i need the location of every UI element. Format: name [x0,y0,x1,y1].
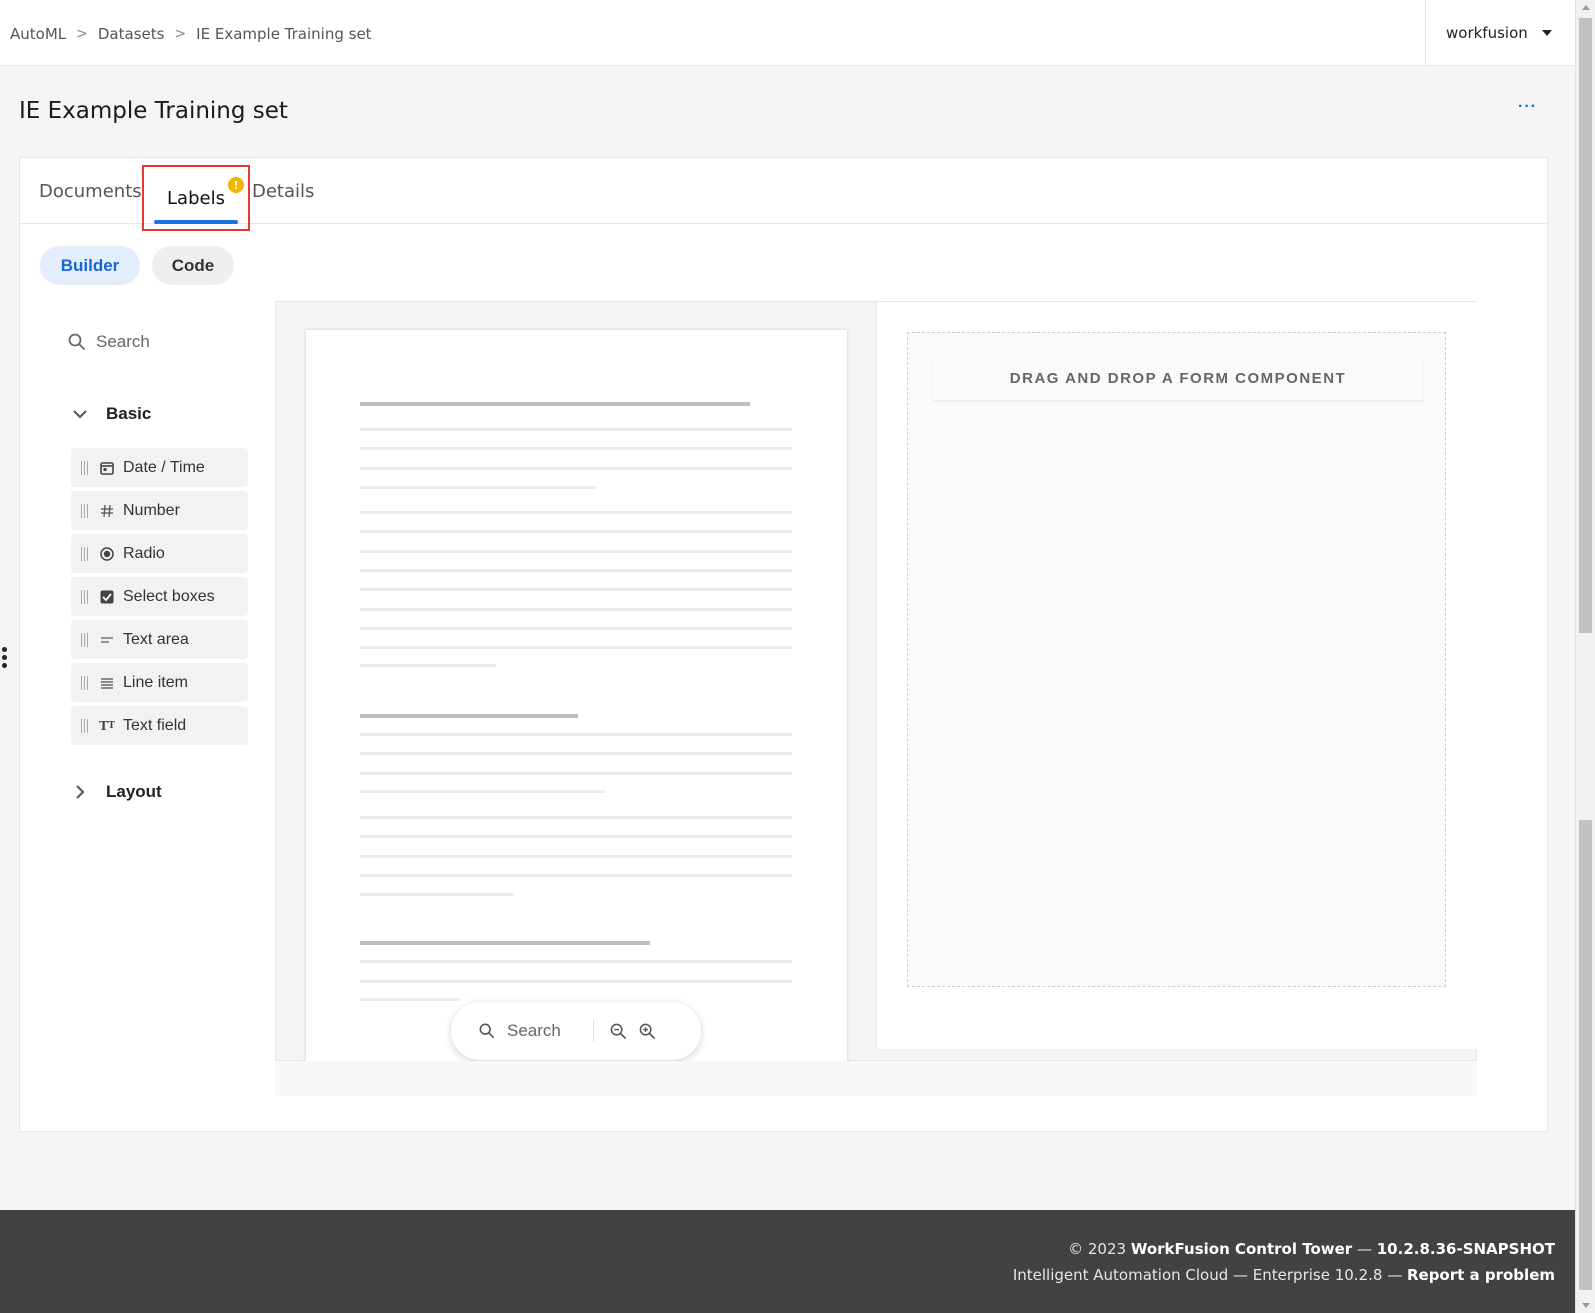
grip-icon [81,589,91,604]
scrollbar-thumb[interactable] [1579,18,1592,633]
tab-bar: Documents Labels ! Details [20,158,1547,231]
zoom-out-icon[interactable] [610,1023,627,1040]
report-problem-link[interactable]: Report a problem [1407,1266,1555,1284]
grip-icon [81,546,91,561]
footer-version: 10.2.8.36-SNAPSHOT [1376,1240,1555,1258]
scroll-down-icon[interactable] [1582,1303,1590,1308]
breadcrumb-current: IE Example Training set [196,25,372,43]
toolbar-divider [593,1020,594,1042]
chevron-right-icon: > [76,26,88,42]
component-line-item[interactable]: Line item [71,663,248,702]
warning-badge-icon: ! [228,177,244,193]
user-name: workfusion [1446,24,1528,42]
group-layout-toggle[interactable]: Layout [68,782,162,802]
zoom-in-icon[interactable] [639,1023,656,1040]
footer-edition-line: Intelligent Automation Cloud — Enterpris… [1013,1266,1555,1284]
form-drop-zone[interactable]: DRAG AND DROP A FORM COMPONENT [907,332,1446,987]
form-builder-area: Search DRAG AND DROP A FORM COMPONENT [275,301,1477,1062]
builder-mode-button[interactable]: Builder [40,246,140,285]
user-menu[interactable]: workfusion [1425,0,1575,66]
component-label: Line item [123,673,188,691]
scrollbar-thumb-lower[interactable] [1579,820,1592,1290]
tab-labels-label: Labels [167,187,225,209]
more-options-button[interactable]: ··· [1518,98,1537,116]
footer-copyright: © 2023 [1068,1240,1127,1258]
component-select-boxes[interactable]: Select boxes [71,577,248,616]
checkbox-icon [99,589,115,605]
document-preview[interactable] [306,330,847,1062]
component-label: Radio [123,544,165,562]
tab-details[interactable]: Details [252,158,314,224]
group-layout-label: Layout [106,782,162,801]
code-mode-button[interactable]: Code [152,246,234,285]
grip-icon [81,675,91,690]
component-label: Number [123,501,180,519]
builder-footer-strip [275,1061,1477,1096]
page-scrollbar[interactable] [1575,0,1595,1313]
drag-handle-icon[interactable] [2,647,8,671]
document-toolbar: Search [451,1002,701,1060]
hash-icon [99,503,115,519]
tab-details-label: Details [252,180,315,202]
footer-product: WorkFusion Control Tower [1130,1240,1353,1258]
dataset-card: Documents Labels ! Details Builder Code … [19,157,1548,1132]
top-bar: AutoML > Datasets > IE Example Training … [0,0,1575,66]
chevron-right-icon: > [174,26,187,42]
breadcrumb-datasets[interactable]: Datasets [98,25,165,43]
caret-down-icon [1541,30,1552,36]
component-label: Select boxes [123,587,215,605]
component-text-area[interactable]: Text area [71,620,248,659]
breadcrumb-automl[interactable]: AutoML [10,25,66,43]
text-field-icon: TT [99,718,115,733]
footer-edition: Intelligent Automation Cloud — Enterpris… [1012,1266,1407,1284]
component-search[interactable]: Search [68,332,150,352]
component-search-input[interactable]: Search [96,332,150,352]
grip-icon [81,718,91,733]
footer-dash: — [1352,1240,1377,1258]
chevron-down-icon [68,409,92,419]
search-icon [68,333,86,351]
component-number[interactable]: Number [71,491,248,530]
tab-documents-label: Documents [39,180,142,202]
page-title: IE Example Training set [19,98,288,124]
breadcrumb: AutoML > Datasets > IE Example Training … [10,25,372,43]
footer: © 2023 WorkFusion Control Tower — 10.2.8… [0,1210,1575,1313]
tab-documents[interactable]: Documents [39,158,142,224]
calendar-icon [99,460,115,476]
text-area-icon [99,632,115,648]
component-date-time[interactable]: Date / Time [71,448,248,487]
component-label: Date / Time [123,458,205,476]
grip-icon [81,632,91,647]
component-label: Text area [123,630,189,648]
drop-zone-label: DRAG AND DROP A FORM COMPONENT [933,356,1423,400]
grip-icon [81,503,91,518]
group-basic-label: Basic [106,404,152,423]
form-panel: DRAG AND DROP A FORM COMPONENT [876,302,1477,1049]
grip-icon [81,460,91,475]
radio-icon [99,546,115,562]
component-text-field[interactable]: TT Text field [71,706,248,745]
component-radio[interactable]: Radio [71,534,248,573]
tab-labels[interactable]: Labels ! [142,165,250,231]
document-search-input[interactable]: Search [507,1021,579,1041]
active-tab-indicator [154,220,238,224]
chevron-right-icon [68,784,92,800]
scroll-up-icon[interactable] [1582,5,1590,10]
group-basic-toggle[interactable]: Basic [68,404,151,424]
footer-copyright-line: © 2023 WorkFusion Control Tower — 10.2.8… [1068,1240,1555,1258]
search-icon [479,1023,495,1039]
component-label: Text field [123,716,187,734]
list-lines-icon [99,675,115,691]
